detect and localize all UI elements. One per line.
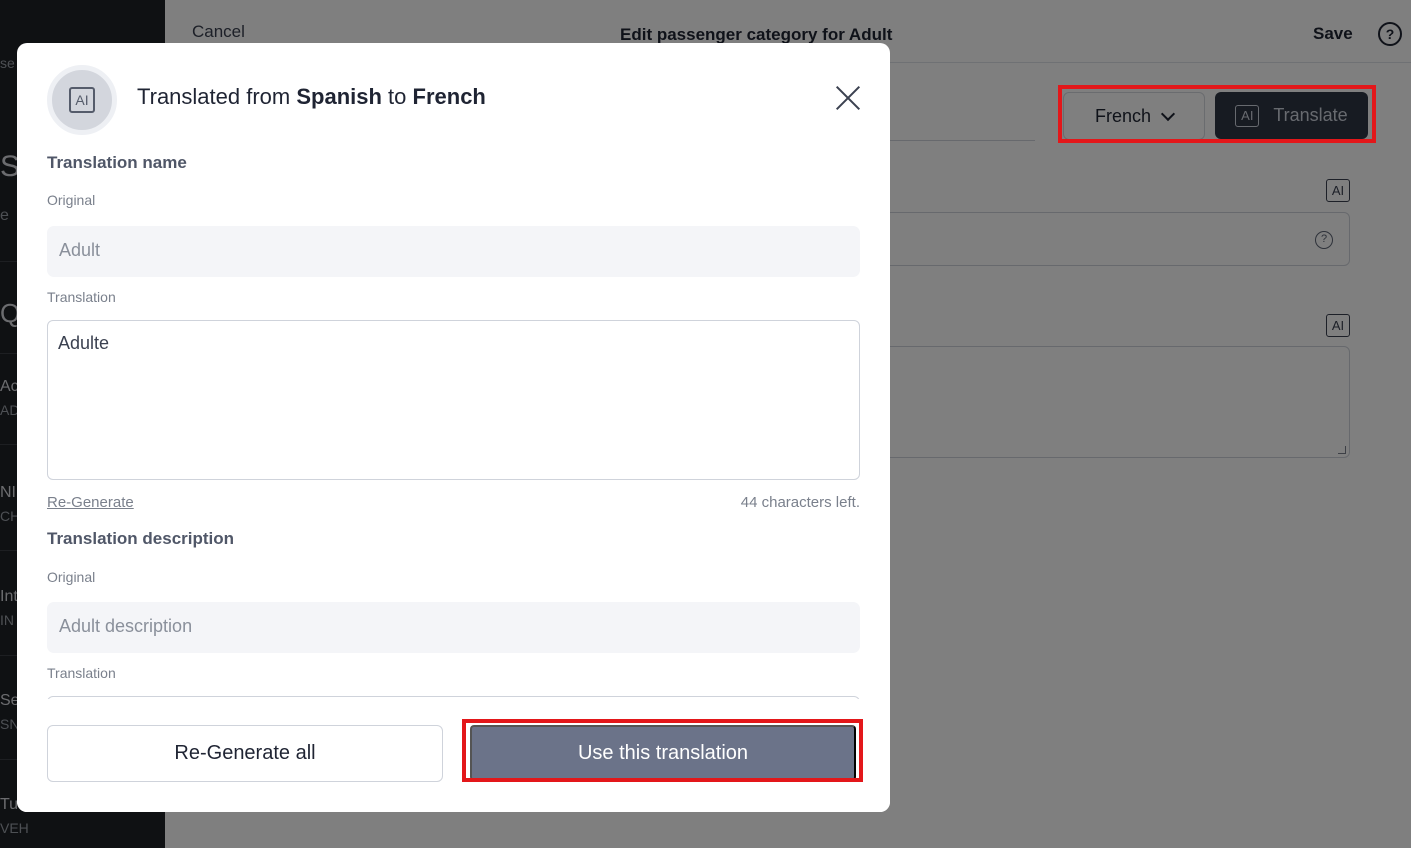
ai-icon: AI: [69, 87, 95, 113]
regenerate-all-button[interactable]: Re-Generate all: [47, 725, 443, 782]
translation-label: Translation: [47, 665, 116, 681]
translation-label: Translation: [47, 289, 116, 305]
use-translation-button[interactable]: Use this translation: [470, 725, 856, 781]
original-label: Original: [47, 192, 96, 208]
target-language: French: [412, 84, 486, 109]
original-name-field: Adult: [47, 226, 860, 277]
highlight-box: [1058, 85, 1376, 143]
translation-name-title: Translation name: [47, 153, 187, 172]
modal-footer: Re-Generate all Use this translation: [17, 699, 890, 812]
translation-description-title: Translation description: [47, 529, 235, 548]
source-language: Spanish: [296, 84, 382, 109]
title-middle: to: [381, 84, 413, 109]
original-description-field: Adult description: [47, 602, 860, 653]
translation-name-input[interactable]: Adulte: [47, 320, 860, 480]
characters-left: 44 characters left.: [740, 494, 860, 511]
translation-modal: AI Translated from Spanish to French Tra…: [17, 43, 890, 812]
ai-badge: AI: [47, 65, 117, 135]
modal-title: Translated from Spanish to French: [137, 84, 486, 110]
regenerate-link[interactable]: Re-Generate: [47, 494, 134, 511]
title-prefix: Translated from: [137, 84, 297, 109]
original-label: Original: [47, 569, 96, 585]
close-icon[interactable]: [835, 85, 861, 111]
